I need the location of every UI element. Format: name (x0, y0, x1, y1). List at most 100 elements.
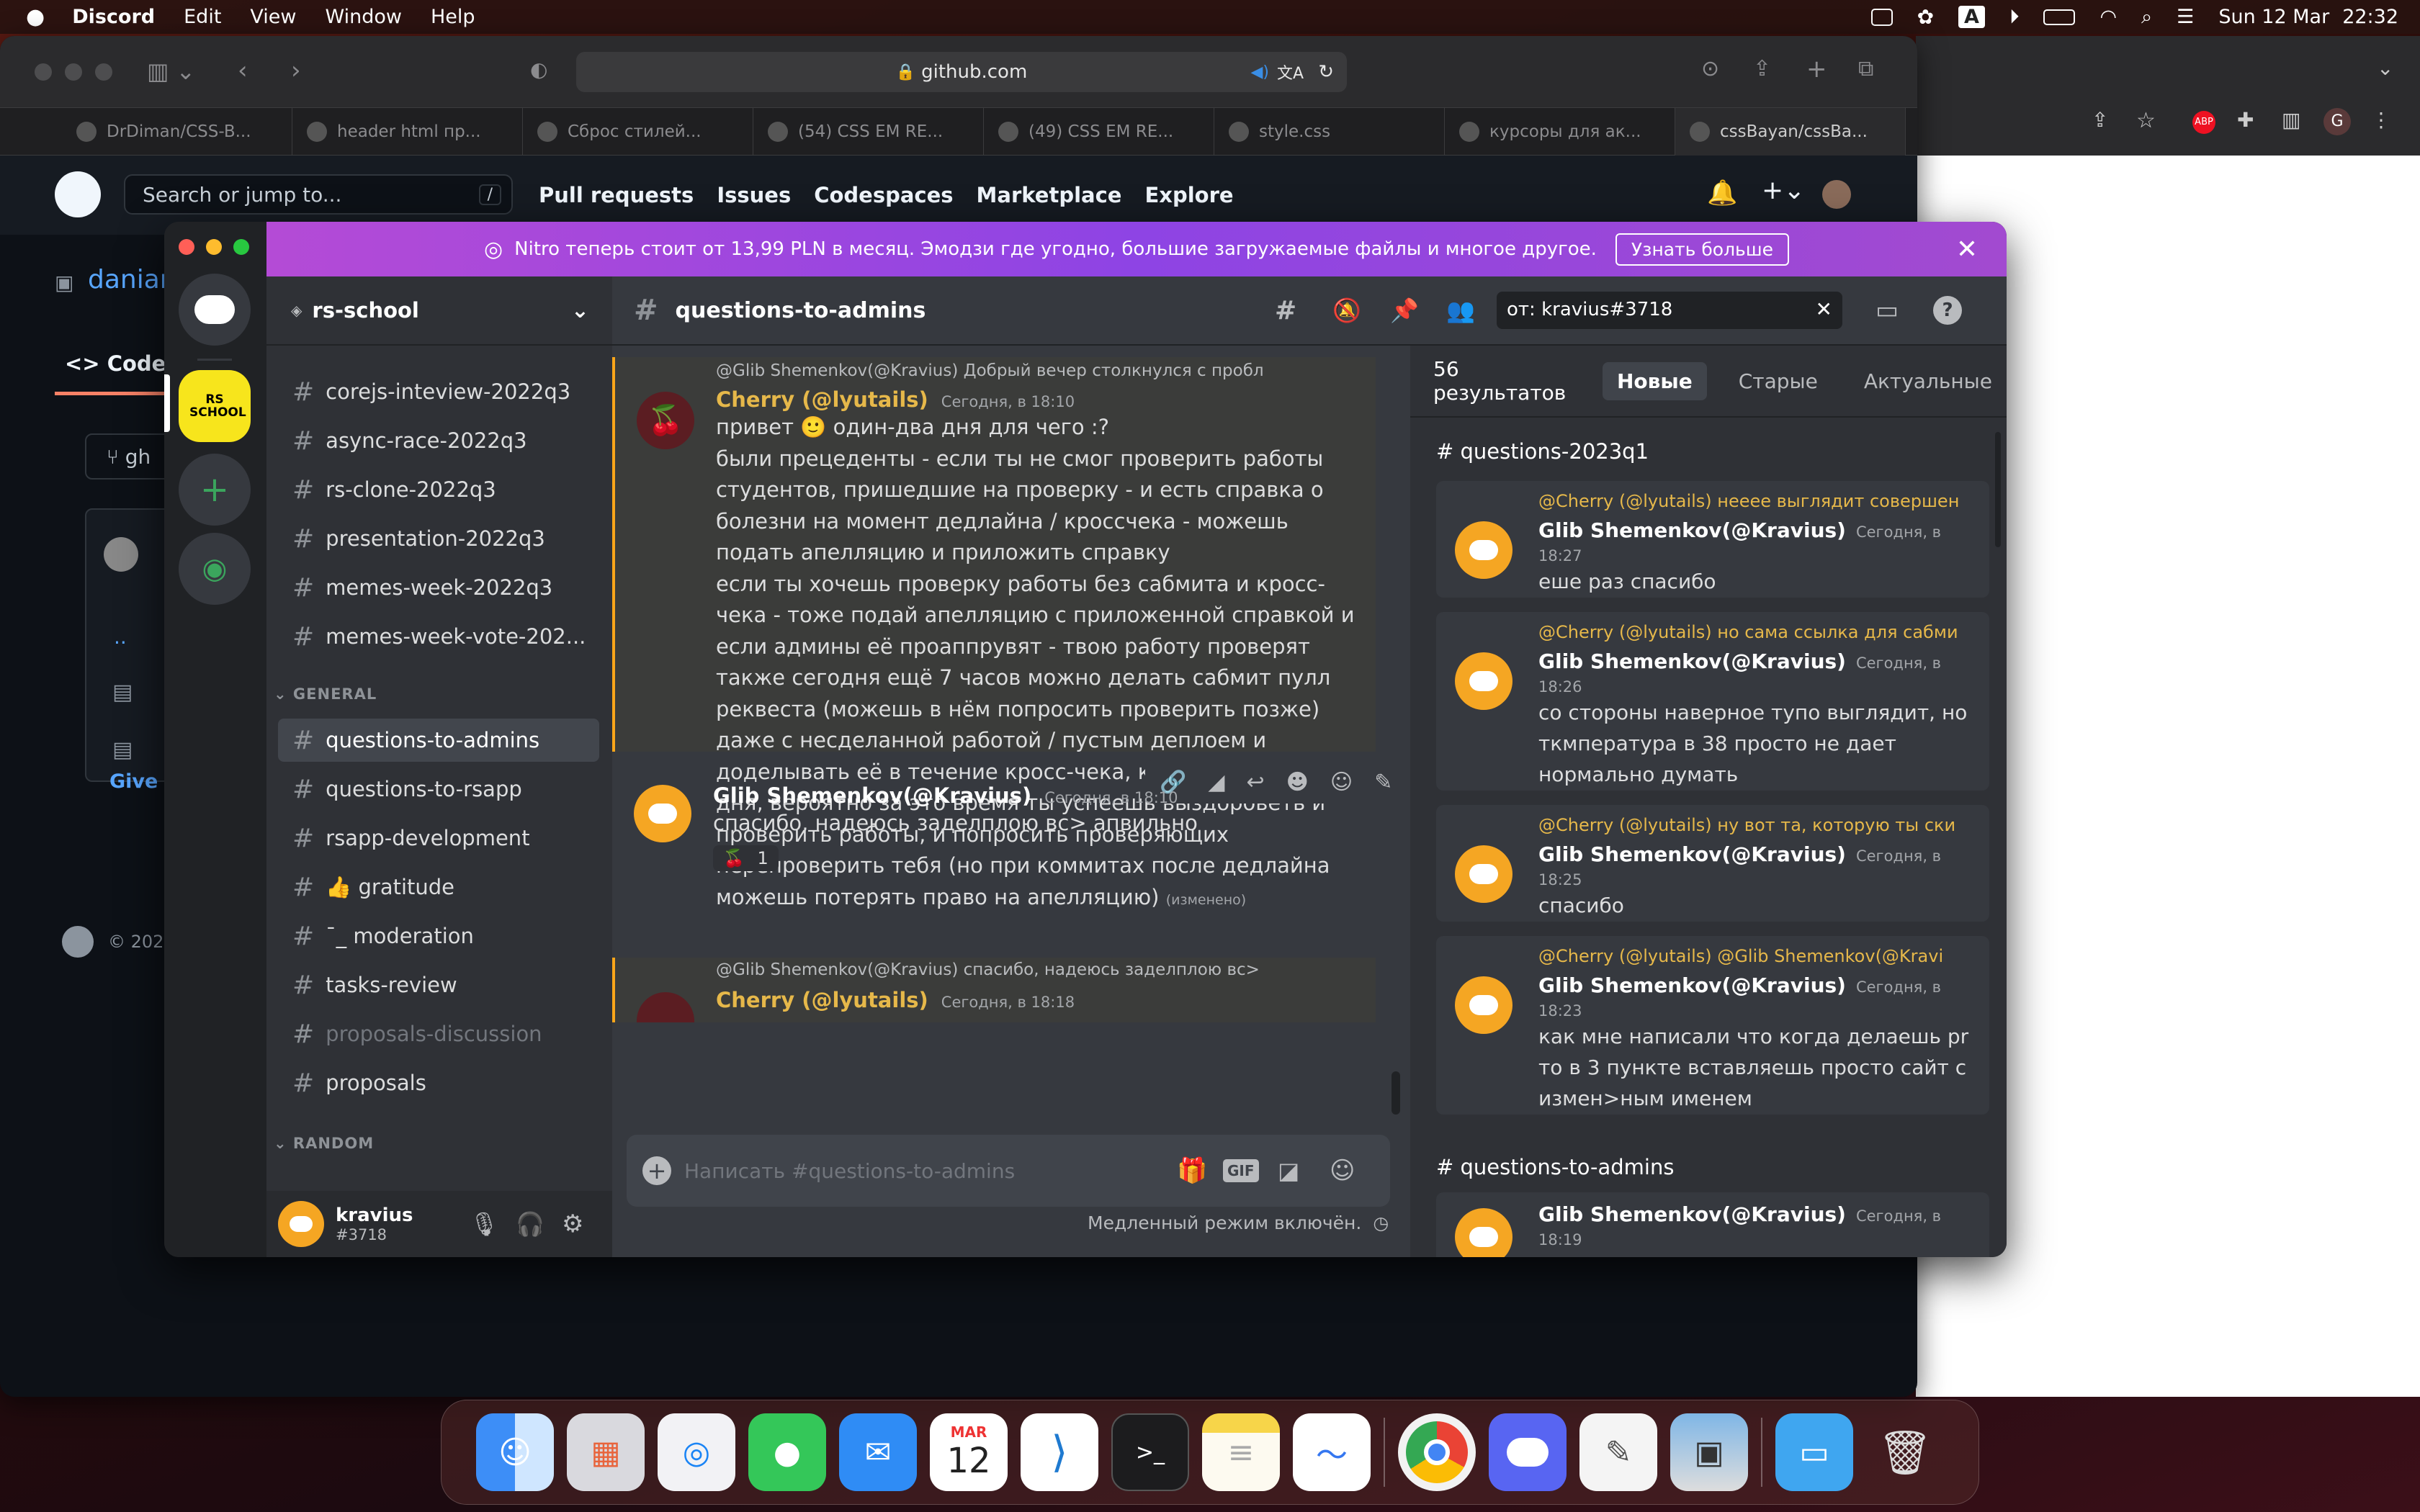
extensions-icon[interactable]: ✚ (2237, 108, 2254, 132)
channel-item[interactable]: # presentation-2022q3 (278, 517, 599, 560)
discord-icon[interactable] (1489, 1413, 1567, 1491)
help-icon[interactable]: ? (1933, 296, 1962, 325)
address-bar[interactable]: 🔒 github.com ↻ 文A ◀) (576, 52, 1347, 92)
forward-icon[interactable]: › (291, 56, 301, 85)
channel-item[interactable]: # async-race-2022q3 (278, 419, 599, 462)
vscode-icon[interactable]: ⟩ (1021, 1413, 1098, 1491)
edit-pencil-icon[interactable]: ✎ (1374, 770, 1392, 795)
headphones-icon[interactable]: 🎧 (516, 1210, 544, 1238)
menu-view[interactable]: View (250, 6, 296, 28)
play-icon[interactable]: ⏵ (2009, 6, 2020, 29)
trash-icon[interactable]: 🗑 (1866, 1413, 1944, 1491)
sticker-icon[interactable]: ◪ (1278, 1157, 1299, 1184)
cherry-avatar[interactable] (637, 992, 694, 1022)
channel-item[interactable]: # tasks-review (278, 963, 599, 1007)
reaction-pill[interactable]: 🍒 1 (713, 845, 779, 871)
nitro-learn-more-button[interactable]: Узнать больше (1615, 233, 1790, 266)
control-center-icon[interactable]: ☰ (2177, 6, 2194, 28)
parent-dir-link[interactable]: .. (114, 625, 127, 649)
download-icon[interactable]: ⊙ (1701, 56, 1719, 81)
channel-item[interactable]: # memes-week-vote-202... (278, 615, 599, 658)
chat-scrollbar[interactable] (1392, 1071, 1400, 1115)
upload-plus-icon[interactable]: + (642, 1156, 671, 1185)
results-scrollbar[interactable] (1995, 432, 2001, 547)
privacy-shield-icon[interactable]: ◐ (530, 58, 547, 81)
tab-relevant[interactable]: Актуальные (1850, 362, 2007, 400)
channel-item-questions-to-admins[interactable]: # questions-to-admins (278, 719, 599, 762)
bookmark-star-icon[interactable]: ☆ (2136, 108, 2156, 133)
profile-avatar[interactable]: G (2323, 108, 2351, 135)
inbox-icon[interactable]: ▭ (1876, 296, 1899, 325)
calendar-icon[interactable]: MAR 12 (930, 1413, 1008, 1491)
share-icon[interactable]: ⇪ (2092, 108, 2108, 132)
audio-icon[interactable]: ◀) (1250, 63, 1269, 81)
search-result[interactable]: Glib Shemenkov(@Kravius) Сегодня, в 18:19 (1436, 1192, 1989, 1257)
threads-icon[interactable]: # (1275, 296, 1296, 325)
new-tab-icon[interactable]: + (1806, 55, 1827, 84)
add-server-icon[interactable]: + (179, 454, 251, 526)
browser-tab[interactable]: header html пр... (292, 108, 523, 156)
back-icon[interactable]: ‹ (238, 56, 248, 85)
textedit-icon[interactable]: ✎ (1579, 1413, 1657, 1491)
search-result[interactable]: @Cherry (@lyutails) ну вот та, которую т… (1436, 805, 1989, 922)
tab-overview-icon[interactable]: ⧉ (1858, 56, 1873, 81)
menu-window[interactable]: Window (326, 6, 402, 28)
code-tab[interactable]: <> Code (65, 351, 166, 376)
bell-icon[interactable]: 🔔 (1707, 179, 1737, 207)
browser-tab[interactable]: курсоры для ак... (1445, 108, 1675, 156)
category-general[interactable]: ⌄ GENERAL (274, 685, 377, 703)
menu-edit[interactable]: Edit (184, 6, 221, 28)
channel-item[interactable]: # memes-week-2022q3 (278, 566, 599, 609)
settings-gear-icon[interactable]: ⚙ (562, 1210, 583, 1238)
window-traffic-lights[interactable] (179, 239, 249, 255)
github-search-input[interactable]: Search or jump to... / (124, 174, 513, 215)
clear-search-icon[interactable]: ✕ (1816, 297, 1832, 321)
search-result[interactable]: @Cherry (@lyutails) @Glib Shemenkov(@Kra… (1436, 936, 1989, 1115)
apple-icon[interactable]: ● (26, 4, 45, 30)
terminal-icon[interactable]: >_ (1111, 1413, 1189, 1491)
mail-icon[interactable]: ✉ (839, 1413, 917, 1491)
message-composer[interactable]: + Написать #questions-to-admins 🎁 GIF ◪ … (627, 1135, 1390, 1207)
message-cherry-reply[interactable]: @Glib Shemenkov(@Kravius) спасибо, надею… (612, 958, 1376, 1022)
nav-issues[interactable]: Issues (717, 183, 791, 207)
channel-item[interactable]: # ¯_ moderation (278, 914, 599, 958)
explore-servers-icon[interactable]: ◉ (179, 533, 251, 605)
search-result[interactable]: @Cherry (@lyutails) нееее выглядит совер… (1436, 481, 1989, 598)
github-logo-icon[interactable] (55, 171, 101, 217)
battery-icon[interactable] (2043, 9, 2076, 25)
nav-explore[interactable]: Explore (1144, 183, 1233, 207)
pinned-icon[interactable]: 📌 (1390, 297, 1419, 324)
gift-icon[interactable]: 🎁 (1177, 1156, 1207, 1185)
message-glib[interactable]: 🔗 ◢ ↩ ☻ ☺ ✎ # 🗑 Glib Shemenkov(@Kravius)… (612, 760, 1482, 904)
finder-icon[interactable]: ☺ (476, 1413, 554, 1491)
freeform-icon[interactable]: 〜 (1293, 1413, 1371, 1491)
user-avatar[interactable] (278, 1201, 324, 1247)
browser-tab[interactable]: Сброс стилей... (523, 108, 753, 156)
messages-icon[interactable]: ● (748, 1413, 826, 1491)
sidebar-toggle-icon[interactable]: ▥ ⌄ (147, 58, 195, 85)
search-result[interactable]: @Cherry (@lyutails) но сама ссылка для с… (1436, 612, 1989, 791)
nav-pull-requests[interactable]: Pull requests (539, 183, 694, 207)
browser-tab[interactable]: cssBayan/cssBa... (1675, 108, 1906, 156)
search-input[interactable]: от: kravius#3718 ✕ (1497, 292, 1842, 329)
zoom-window-icon[interactable] (233, 239, 249, 255)
downloads-folder-icon[interactable]: ▭ (1775, 1413, 1853, 1491)
rs-school-server-icon[interactable]: RS SCHOOL (179, 370, 251, 442)
user-info[interactable]: kravius #3718 (336, 1205, 413, 1243)
share-icon[interactable]: ⇪ (1753, 56, 1771, 81)
create-plus-icon[interactable]: +⌄ (1762, 176, 1805, 205)
browser-tab[interactable]: style.css (1214, 108, 1445, 156)
spotlight-icon[interactable]: ⌕ (2141, 6, 2152, 29)
channel-item[interactable]: # rs-clone-2022q3 (278, 468, 599, 511)
menu-app-name[interactable]: Discord (72, 6, 155, 28)
close-banner-icon[interactable]: ✕ (1956, 235, 1978, 264)
channel-item[interactable]: # corejs-inteview-2022q3 (278, 370, 599, 413)
glib-avatar[interactable] (634, 785, 691, 842)
author-name[interactable]: Cherry (@lyutails) (716, 387, 928, 412)
nav-marketplace[interactable]: Marketplace (977, 183, 1122, 207)
channel-item[interactable]: # 👍 gratitude (278, 865, 599, 909)
author-name[interactable]: Glib Shemenkov(@Kravius) (713, 783, 1031, 808)
gif-button[interactable]: GIF (1223, 1159, 1259, 1182)
message-reply-preview[interactable]: @Glib Shemenkov(@Kravius) спасибо, надею… (716, 960, 1263, 979)
close-window-icon[interactable] (179, 239, 194, 255)
